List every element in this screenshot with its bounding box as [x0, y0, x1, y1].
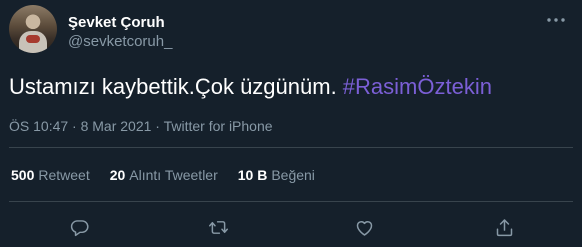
retweets-stat[interactable]: 500 Retweet — [11, 166, 90, 184]
tweet-actions — [0, 212, 582, 242]
avatar-detail — [26, 35, 40, 43]
avatar[interactable] — [9, 5, 57, 53]
tweet-timestamp[interactable]: ÖS 10:47 · 8 Mar 2021 · Twitter for iPho… — [9, 117, 273, 135]
tweet-stats: 500 Retweet 20 Alıntı Tweetler 10 B Beğe… — [11, 166, 335, 184]
more-options-icon[interactable] — [544, 8, 568, 32]
divider — [9, 147, 573, 148]
hashtag-link[interactable]: #RasimÖztekin — [343, 74, 492, 99]
share-icon[interactable] — [489, 212, 519, 242]
tweet-text: Ustamızı kaybettik.Çok üzgünüm. #RasimÖz… — [9, 73, 492, 101]
like-icon[interactable] — [349, 212, 379, 242]
tweet-card: Şevket Çoruh @sevketcoruh_ Ustamızı kayb… — [0, 0, 582, 247]
likes-label: Beğeni — [271, 167, 315, 183]
reply-icon[interactable] — [64, 212, 94, 242]
retweets-label: Retweet — [38, 167, 90, 183]
likes-count: 10 B — [237, 167, 268, 183]
quotes-stat[interactable]: 20 Alıntı Tweetler — [110, 166, 218, 184]
author-names: Şevket Çoruh @sevketcoruh_ — [68, 13, 172, 51]
quotes-count: 20 — [109, 167, 126, 183]
author-display-name[interactable]: Şevket Çoruh — [68, 13, 172, 32]
author-handle[interactable]: @sevketcoruh_ — [68, 32, 172, 51]
retweets-count: 500 — [11, 167, 35, 183]
likes-stat[interactable]: 10 B Beğeni — [238, 166, 315, 184]
tweet-body-text: Ustamızı kaybettik.Çok üzgünüm. — [9, 74, 343, 99]
quotes-label: Alıntı Tweetler — [129, 167, 218, 183]
divider — [9, 201, 573, 202]
retweet-icon[interactable] — [203, 212, 233, 242]
tweet-header: Şevket Çoruh @sevketcoruh_ — [9, 5, 172, 53]
